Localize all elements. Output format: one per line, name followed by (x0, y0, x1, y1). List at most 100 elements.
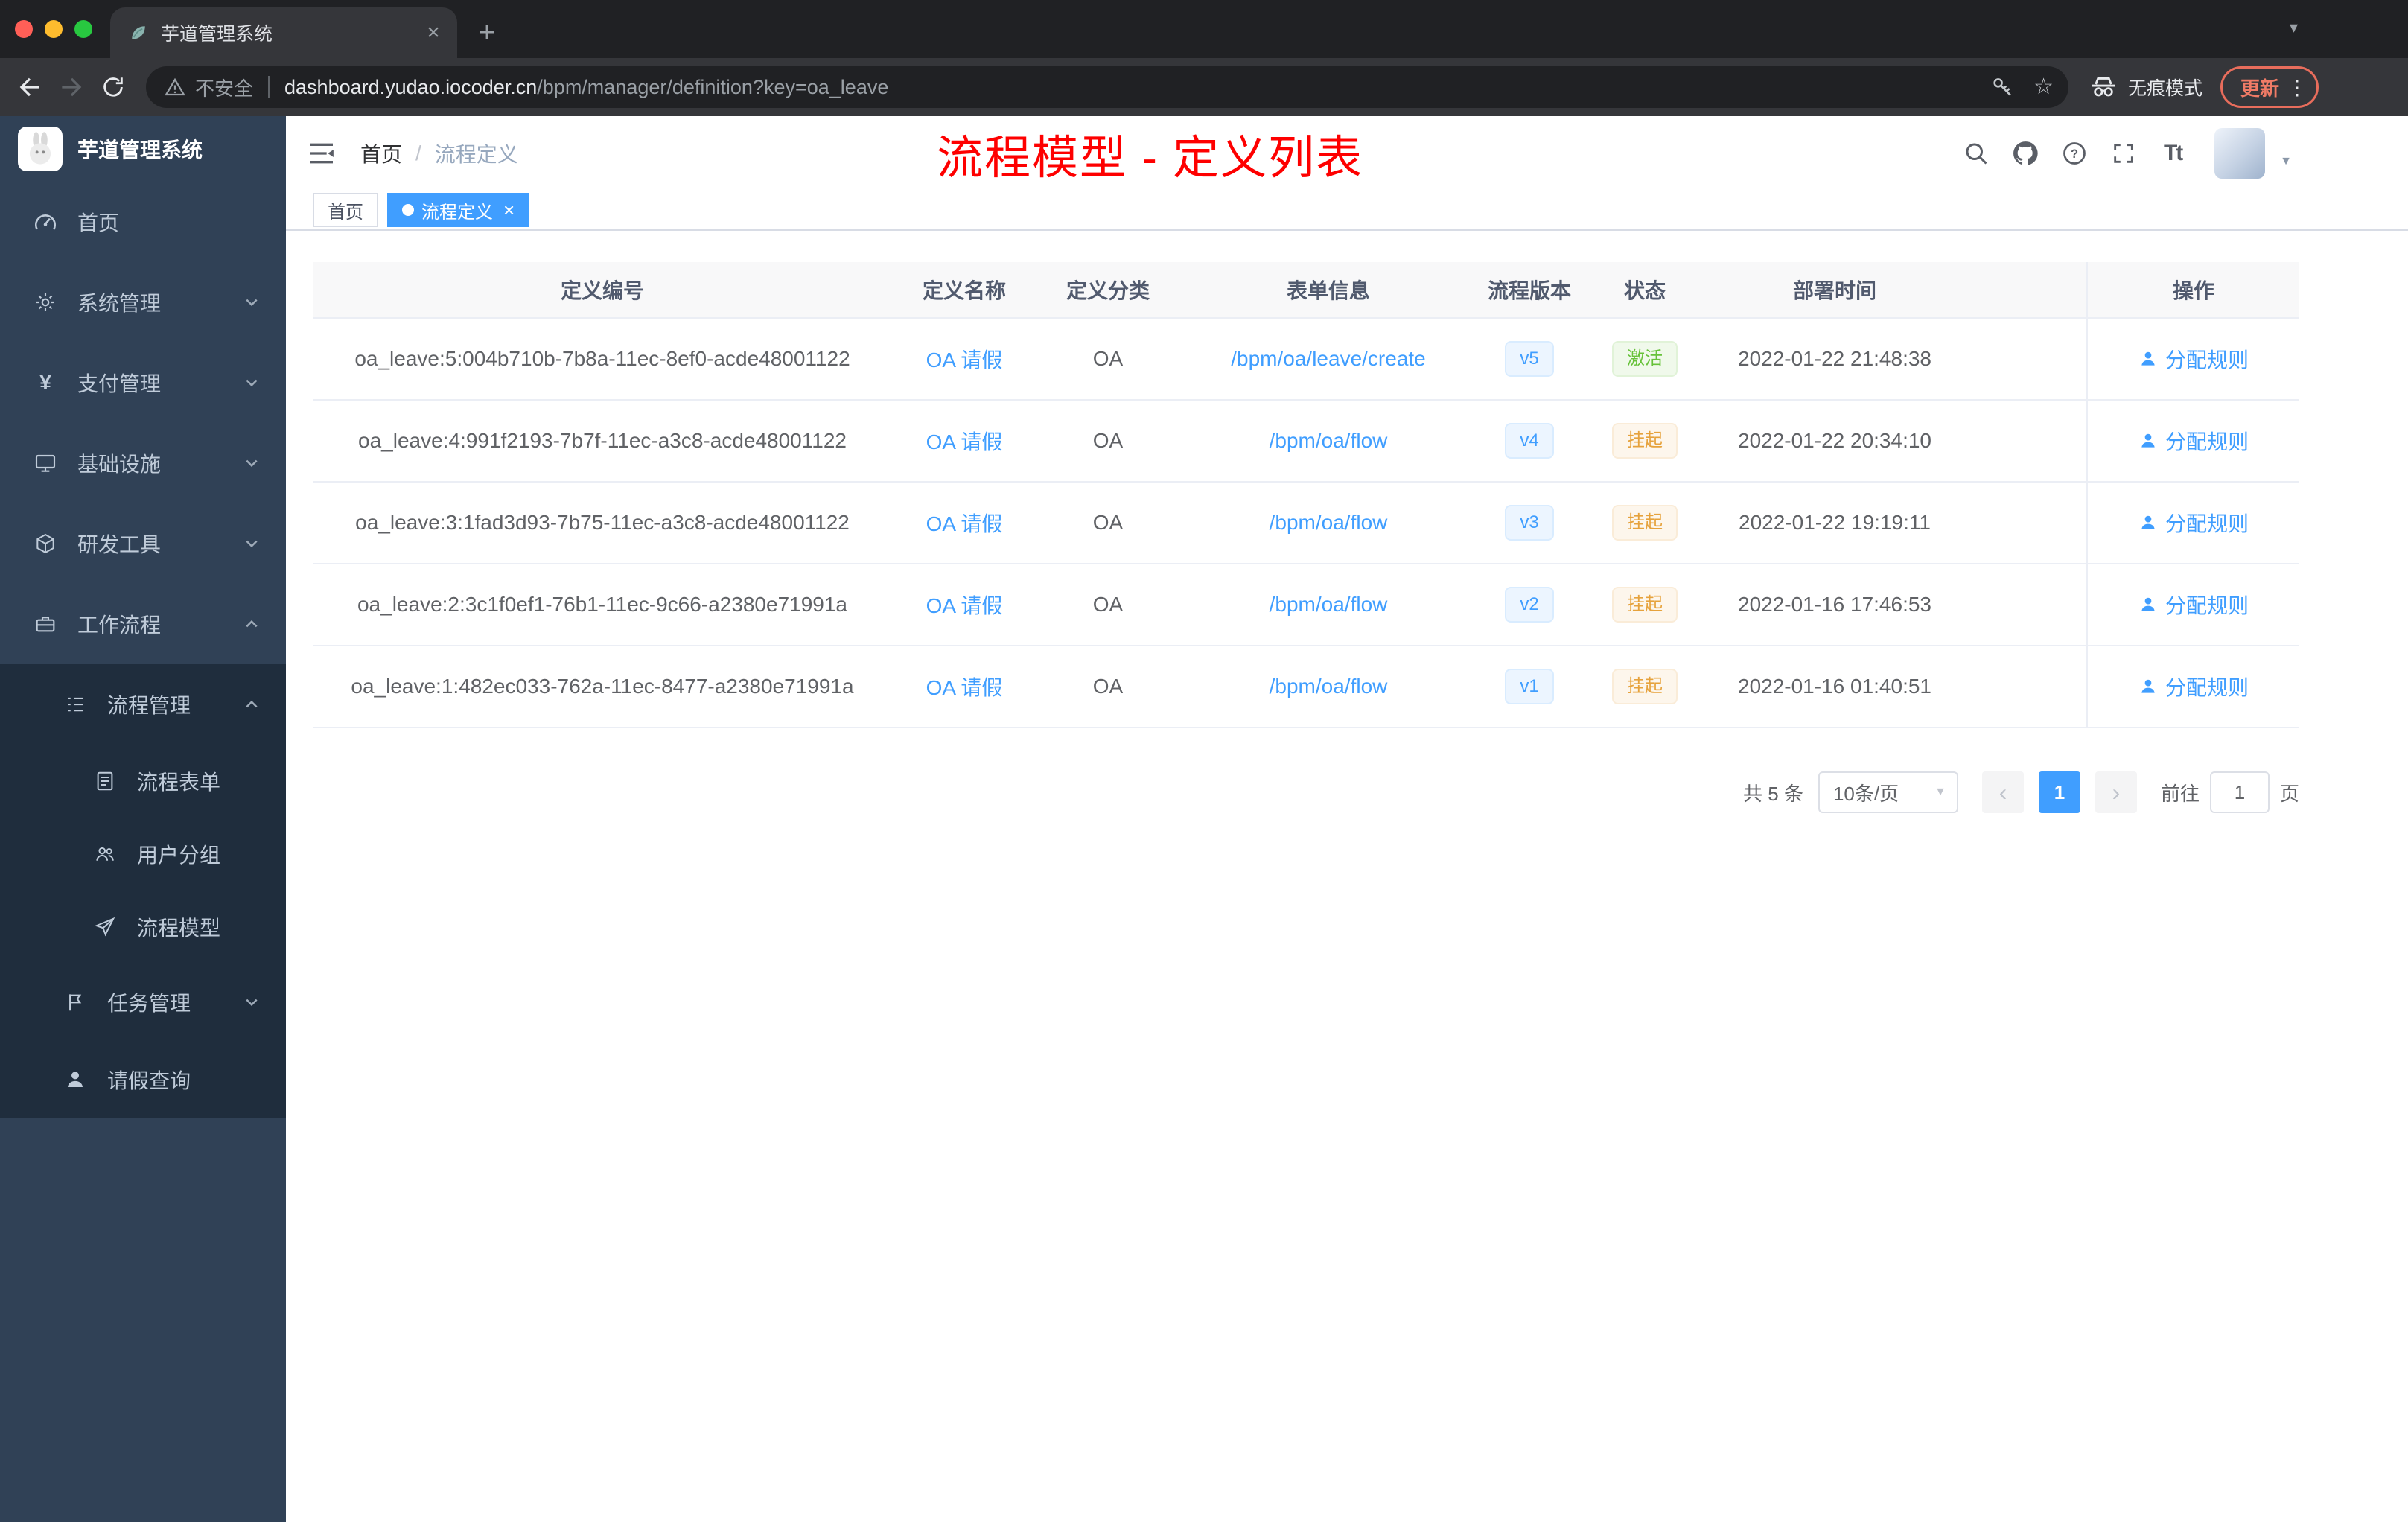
form-link[interactable]: /bpm/oa/flow (1270, 429, 1388, 452)
send-icon (92, 914, 118, 940)
definition-name-link[interactable]: OA 请假 (926, 512, 1003, 535)
chevron-up-icon (244, 617, 259, 631)
col-definition-id: 定义编号 (560, 279, 644, 302)
page-content: 定义编号 定义名称 定义分类 表单信息 流程版本 状态 部署时间 操作 oa_l… (286, 231, 2408, 1522)
sidebar-item-process-form[interactable]: 流程表单 (0, 745, 286, 818)
user-avatar[interactable] (2214, 128, 2266, 179)
table-row: oa_leave:2:3c1f0ef1-76b1-11ec-9c66-a2380… (313, 564, 2299, 646)
col-definition-name: 定义名称 (922, 279, 1006, 302)
reload-button[interactable] (92, 66, 134, 108)
assign-rule-button[interactable]: 分配规则 (2086, 483, 2299, 563)
tag-label: 流程定义 (421, 202, 493, 223)
browser-tab[interactable]: 芋道管理系统 × (110, 7, 457, 58)
github-icon[interactable] (2006, 134, 2045, 173)
assign-rule-button[interactable]: 分配规则 (2086, 401, 2299, 481)
assign-rule-label: 分配规则 (2165, 512, 2249, 535)
col-actions: 操作 (2086, 262, 2299, 317)
cell-definition-id: oa_leave:3:1fad3d93-7b75-11ec-a3c8-acde4… (355, 511, 850, 534)
definition-name-link[interactable]: OA 请假 (926, 594, 1003, 617)
sidebar-item-label: 首页 (77, 211, 120, 235)
sidebar-item-workflow[interactable]: 工作流程 (0, 584, 286, 664)
cell-category: OA (1092, 511, 1124, 534)
main-area: 首页 / 流程定义 流程模型 - 定义列表 ? Tt ▼ 首页 流程定义 × 定… (286, 116, 2408, 1522)
sidebar-item-label: 流程模型 (137, 917, 221, 940)
help-icon[interactable]: ? (2055, 134, 2094, 173)
sidebar-item-home[interactable]: 首页 (0, 182, 286, 262)
window-close-button[interactable] (15, 20, 33, 38)
form-link[interactable]: /bpm/oa/flow (1270, 593, 1388, 616)
page-number-button[interactable]: 1 (2038, 771, 2080, 813)
user-icon (2138, 513, 2158, 532)
sidebar-item-leave-query[interactable]: 请假查询 (0, 1041, 286, 1118)
sidebar-item-devtools[interactable]: 研发工具 (0, 503, 286, 584)
window-minimize-button[interactable] (45, 20, 63, 38)
sidebar-toggle-icon[interactable] (307, 137, 340, 170)
window-zoom-button[interactable] (74, 20, 92, 38)
next-page-button[interactable]: › (2095, 771, 2137, 813)
form-link[interactable]: /bpm/oa/leave/create (1231, 347, 1426, 370)
page-size-select[interactable]: 10条/页 ▼ (1818, 771, 1958, 813)
cell-definition-id: oa_leave:4:991f2193-7b7f-11ec-a3c8-acde4… (358, 429, 847, 452)
sidebar-item-task-management[interactable]: 任务管理 (0, 964, 286, 1041)
col-form-info: 表单信息 (1286, 279, 1370, 302)
tag-home[interactable]: 首页 (313, 193, 378, 227)
sidebar-item-process-model[interactable]: 流程模型 (0, 891, 286, 964)
back-button[interactable] (9, 66, 51, 108)
prev-page-button[interactable]: ‹ (1981, 771, 2024, 813)
sidebar-item-payment[interactable]: ¥ 支付管理 (0, 343, 286, 423)
site-favicon (128, 22, 149, 43)
url-text: dashboard.yudao.iocoder.cn/bpm/manager/d… (284, 76, 1978, 99)
browser-menu-icon[interactable]: ⋮ (2284, 75, 2310, 100)
form-link[interactable]: /bpm/oa/flow (1270, 511, 1388, 534)
table-row: oa_leave:4:991f2193-7b7f-11ec-a3c8-acde4… (313, 401, 2299, 483)
tab-search-icon[interactable]: ▾ (2290, 18, 2298, 37)
tab-close-icon[interactable]: × (421, 20, 445, 45)
security-status[interactable]: 不安全 (164, 74, 253, 101)
version-badge: v1 (1505, 669, 1554, 704)
tag-current[interactable]: 流程定义 × (387, 193, 530, 227)
form-link[interactable]: /bpm/oa/flow (1270, 675, 1388, 698)
avatar-caret-icon[interactable]: ▼ (2280, 155, 2292, 168)
definition-name-link[interactable]: OA 请假 (926, 676, 1003, 699)
cell-deploy-time: 2022-01-22 20:34:10 (1738, 429, 1931, 452)
table-row: oa_leave:3:1fad3d93-7b75-11ec-a3c8-acde4… (313, 483, 2299, 564)
browser-update-button[interactable]: 更新 ⋮ (2220, 66, 2319, 108)
fullscreen-icon[interactable] (2104, 134, 2143, 173)
status-badge: 挂起 (1612, 423, 1678, 459)
goto-page-input[interactable] (2209, 771, 2270, 813)
assign-rule-button[interactable]: 分配规则 (2086, 646, 2299, 727)
omnibox-divider (268, 76, 270, 98)
chevron-down-icon (244, 295, 259, 310)
sidebar-item-infrastructure[interactable]: 基础设施 (0, 423, 286, 503)
app-logo: 芋道管理系统 (0, 116, 286, 182)
search-icon[interactable] (1957, 134, 1995, 173)
bookmark-star-icon[interactable]: ☆ (2033, 76, 2054, 98)
form-icon (92, 768, 118, 794)
breadcrumb-home[interactable]: 首页 (360, 138, 402, 168)
tag-close-icon[interactable]: × (503, 199, 515, 222)
password-key-icon[interactable] (1990, 74, 2016, 100)
cell-deploy-time: 2022-01-22 21:48:38 (1738, 347, 1931, 370)
new-tab-button[interactable]: + (466, 12, 508, 54)
breadcrumb: 首页 / 流程定义 (360, 138, 518, 168)
assign-rule-button[interactable]: 分配规则 (2086, 319, 2299, 399)
active-dot (402, 204, 414, 216)
sidebar-item-system[interactable]: 系统管理 (0, 262, 286, 343)
browser-tab-strip: 芋道管理系统 × + ▾ (0, 0, 2408, 58)
definition-table: 定义编号 定义名称 定义分类 表单信息 流程版本 状态 部署时间 操作 oa_l… (313, 262, 2299, 728)
total-count: 共 5 条 (1743, 782, 1803, 805)
app: 芋道管理系统 首页 系统管理 ¥ 支付管理 基础设施 研发工具 工作流程 流程管… (0, 116, 2408, 1522)
definition-name-link[interactable]: OA 请假 (926, 348, 1003, 372)
definition-name-link[interactable]: OA 请假 (926, 430, 1003, 453)
sidebar-item-user-group[interactable]: 用户分组 (0, 818, 286, 891)
chevron-down-icon (244, 536, 259, 551)
font-size-icon[interactable]: Tt (2153, 134, 2192, 173)
cell-deploy-time: 2022-01-22 19:19:11 (1739, 511, 1931, 534)
assign-rule-button[interactable]: 分配规则 (2086, 564, 2299, 645)
sidebar-item-label: 支付管理 (77, 372, 162, 395)
sidebar-item-process-management[interactable]: 流程管理 (0, 664, 286, 745)
incognito-label: 无痕模式 (2127, 78, 2202, 99)
address-bar[interactable]: 不安全 dashboard.yudao.iocoder.cn/bpm/manag… (146, 66, 2068, 108)
forward-button[interactable] (51, 66, 92, 108)
version-badge: v4 (1505, 423, 1554, 459)
